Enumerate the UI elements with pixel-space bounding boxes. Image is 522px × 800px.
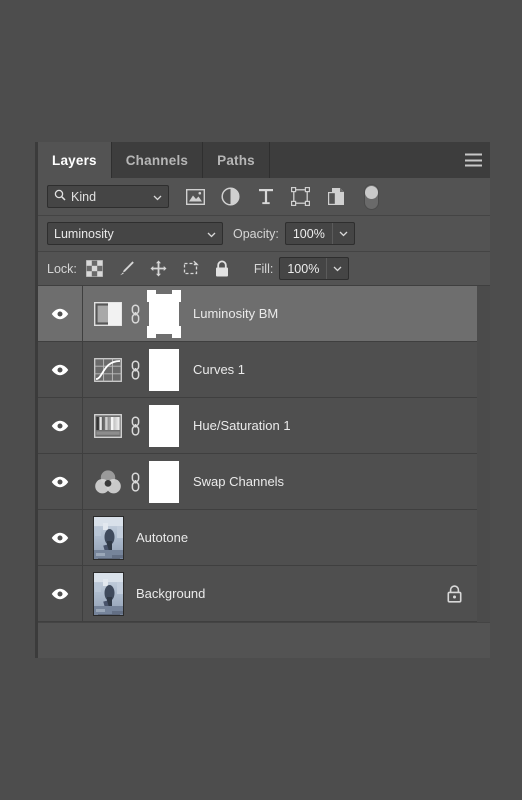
lock-artboard-nesting-icon[interactable] [181, 259, 200, 278]
lock-image-pixels-icon[interactable] [117, 259, 136, 278]
layer-visibility-toggle[interactable] [38, 286, 83, 341]
layer-thumbnails [83, 403, 181, 449]
blend-mode-dropdown[interactable]: Luminosity [47, 222, 223, 245]
layer-thumbnails [83, 459, 181, 505]
lock-all-icon[interactable] [213, 259, 232, 278]
layer-visibility-toggle[interactable] [38, 454, 83, 509]
opacity-field[interactable]: 100% [284, 222, 355, 245]
opacity-label: Opacity: [233, 226, 279, 241]
filter-kind-label: Kind [71, 189, 97, 204]
layer-visibility-toggle[interactable] [38, 566, 83, 621]
lock-label: Lock: [47, 261, 77, 276]
layer-list: Luminosity BM Curves 1 Hue/Saturation 1 Swa… [38, 286, 490, 623]
layer-thumbnails [83, 515, 124, 560]
layer-thumbnails [83, 347, 181, 393]
opacity-value[interactable]: 100% [286, 227, 332, 241]
layer-name[interactable]: Swap Channels [193, 474, 477, 489]
layer-image-thumbnail[interactable] [93, 571, 124, 616]
layer-name[interactable]: Hue/Saturation 1 [193, 418, 477, 433]
filter-smart-objects-icon[interactable] [325, 186, 346, 207]
panel-tab-bar: Layers Channels Paths [38, 142, 490, 178]
fill-chevron-down-icon[interactable] [326, 258, 348, 279]
layer-name[interactable]: Autotone [136, 530, 477, 545]
tab-paths-label: Paths [217, 152, 255, 168]
layer-visibility-toggle[interactable] [38, 398, 83, 453]
layer-list-empty-area [38, 623, 490, 647]
lock-transparent-pixels-icon[interactable] [85, 259, 104, 278]
hamburger-menu-icon[interactable] [465, 153, 482, 167]
filter-row: Kind [38, 178, 490, 216]
layer-thumbnails [83, 571, 124, 616]
tab-layers-label: Layers [52, 152, 97, 168]
hue-saturation-adjustment-icon[interactable] [93, 411, 123, 441]
layer-row[interactable]: Curves 1 [38, 342, 477, 398]
layer-row[interactable]: Background [38, 566, 477, 622]
layer-mask-link-icon[interactable] [129, 359, 141, 380]
tab-bar-empty-space [270, 142, 490, 178]
tab-layers[interactable]: Layers [38, 142, 112, 178]
chevron-down-icon [153, 190, 162, 204]
layer-name[interactable]: Luminosity BM [193, 306, 477, 321]
filter-enable-toggle[interactable] [364, 183, 379, 210]
filter-type-icons [185, 183, 379, 210]
filter-pixel-layers-icon[interactable] [185, 186, 206, 207]
layer-row[interactable]: Swap Channels [38, 454, 477, 510]
blend-mode-value: Luminosity [54, 226, 114, 241]
black-and-white-adjustment-icon[interactable] [93, 299, 123, 329]
layer-name[interactable]: Curves 1 [193, 362, 477, 377]
layers-panel: Layers Channels Paths Kind Luminosity Op… [35, 142, 490, 658]
search-icon [54, 189, 66, 204]
lock-fill-row: Lock: Fill: 100% [38, 252, 490, 286]
fill-label: Fill: [253, 261, 274, 276]
filter-shape-layers-icon[interactable] [290, 186, 311, 207]
fill-field[interactable]: 100% [279, 257, 350, 280]
layer-visibility-toggle[interactable] [38, 510, 83, 565]
layer-mask-link-icon[interactable] [129, 415, 141, 436]
layer-name[interactable]: Background [136, 586, 446, 601]
filter-type-layers-icon[interactable] [255, 186, 276, 207]
layer-row[interactable]: Luminosity BM [38, 286, 477, 342]
blend-opacity-row: Luminosity Opacity: 100% [38, 216, 490, 252]
padlock-icon[interactable] [446, 584, 463, 604]
filter-kind-dropdown[interactable]: Kind [47, 185, 169, 208]
tab-channels[interactable]: Channels [112, 142, 204, 178]
layer-mask-thumbnail[interactable] [147, 459, 181, 505]
filter-adjustment-layers-icon[interactable] [220, 186, 241, 207]
layer-row[interactable]: Autotone [38, 510, 477, 566]
fill-value[interactable]: 100% [280, 262, 326, 276]
layer-mask-link-icon[interactable] [129, 303, 141, 324]
layer-mask-link-icon[interactable] [129, 471, 141, 492]
layer-mask-thumbnail[interactable] [147, 403, 181, 449]
lock-position-icon[interactable] [149, 259, 168, 278]
layer-mask-thumbnail[interactable] [147, 347, 181, 393]
layer-row[interactable]: Hue/Saturation 1 [38, 398, 477, 454]
layer-visibility-toggle[interactable] [38, 342, 83, 397]
opacity-chevron-down-icon[interactable] [331, 223, 354, 244]
tab-channels-label: Channels [125, 152, 189, 168]
lock-icons [85, 259, 232, 278]
layer-mask-thumbnail[interactable] [147, 289, 181, 338]
layer-thumbnails [83, 289, 181, 338]
layer-image-thumbnail[interactable] [93, 515, 124, 560]
channel-mixer-adjustment-icon[interactable] [93, 467, 123, 497]
chevron-down-icon [207, 227, 216, 241]
curves-adjustment-icon[interactable] [93, 355, 123, 385]
tab-paths[interactable]: Paths [203, 142, 270, 178]
